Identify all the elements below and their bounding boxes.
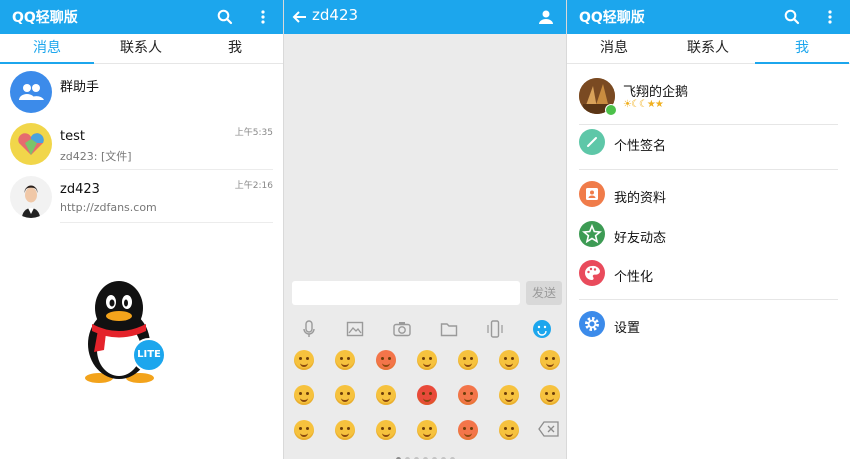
pen-icon: [579, 129, 605, 155]
tab-contacts[interactable]: 联系人: [94, 34, 188, 64]
top-bar: QQ轻聊版: [0, 0, 283, 34]
folder-icon[interactable]: [438, 318, 460, 340]
tab-messages[interactable]: 消息: [0, 34, 94, 64]
conversation-name: test: [60, 129, 85, 144]
divider: [60, 222, 273, 223]
emoji-item[interactable]: [417, 350, 437, 370]
emoji-item[interactable]: [376, 385, 396, 405]
mic-icon[interactable]: [298, 318, 320, 340]
top-bar: QQ轻聊版: [567, 0, 850, 34]
image-icon[interactable]: [344, 318, 366, 340]
conversation-zd423[interactable]: zd423 http://zdfans.com 上午2:16: [0, 171, 283, 223]
emoji-item[interactable]: [376, 350, 396, 370]
group-assistant-icon: [10, 71, 52, 113]
camera-icon[interactable]: [391, 318, 413, 340]
menu-signature[interactable]: 个性签名: [567, 128, 850, 158]
shake-icon[interactable]: [484, 318, 506, 340]
emoji-item[interactable]: [499, 420, 519, 440]
emoji-item[interactable]: [540, 385, 560, 405]
emoji-item[interactable]: [294, 350, 314, 370]
profile-name: 飞翔的企鹅: [623, 85, 689, 100]
avatar: [10, 123, 52, 165]
menu-personalize[interactable]: 个性化: [567, 259, 850, 289]
menu-label: 个性签名: [614, 139, 667, 154]
delete-key-icon[interactable]: [538, 421, 560, 437]
send-button[interactable]: 发送: [526, 281, 562, 305]
menu-label: 设置: [614, 321, 641, 336]
avatar: [10, 176, 52, 218]
conversation-test[interactable]: test zd423: [文件] 上午5:35: [0, 118, 283, 170]
emoji-item[interactable]: [417, 420, 437, 440]
emoji-item[interactable]: [499, 350, 519, 370]
id-card-icon: [579, 181, 605, 207]
divider: [579, 124, 838, 125]
conversation-time: 上午2:16: [234, 181, 273, 191]
lite-badge: LITE: [132, 338, 166, 372]
emoji-item[interactable]: [294, 420, 314, 440]
conversation-preview: zd423: [文件]: [60, 150, 132, 163]
more-icon[interactable]: [252, 6, 274, 28]
conversation-preview: http://zdfans.com: [60, 201, 157, 214]
palette-icon: [579, 260, 605, 286]
chat-title: zd423: [312, 6, 359, 24]
profile-row[interactable]: 飞翔的企鹅 ☀☾☾★★: [567, 76, 850, 120]
emoji-item[interactable]: [417, 385, 437, 405]
menu-label: 好友动态: [614, 231, 667, 246]
tab-me[interactable]: 我: [755, 34, 849, 64]
emoji-item[interactable]: [458, 350, 478, 370]
top-bar: zd423: [284, 0, 567, 34]
emoji-item[interactable]: [458, 420, 478, 440]
qq-lite-logo: LITE: [78, 278, 170, 386]
menu-settings[interactable]: 设置: [567, 310, 850, 340]
emoji-item[interactable]: [499, 385, 519, 405]
emoji-icon[interactable]: [531, 318, 553, 340]
app-title: QQ轻聊版: [579, 10, 645, 26]
search-icon[interactable]: [214, 6, 236, 28]
tab-messages[interactable]: 消息: [567, 34, 661, 64]
level-icons: ☀☾☾★★: [623, 99, 664, 110]
conversation-group-assistant[interactable]: 群助手: [0, 66, 283, 118]
menu-moments[interactable]: 好友动态: [567, 220, 850, 250]
conversation-name: 群助手: [60, 80, 100, 95]
emoji-item[interactable]: [335, 350, 355, 370]
emoji-item[interactable]: [335, 420, 355, 440]
conversation-time: 上午5:35: [234, 128, 273, 138]
gear-icon: [579, 311, 605, 337]
menu-label: 个性化: [614, 270, 654, 285]
emoji-item[interactable]: [335, 385, 355, 405]
menu-label: 我的资料: [614, 191, 667, 206]
chat-panel: zd423 发送: [284, 0, 567, 459]
app-title: QQ轻聊版: [12, 10, 78, 26]
star-icon: [579, 221, 605, 247]
divider: [579, 299, 838, 300]
tab-bar: 消息 联系人 我: [0, 34, 283, 64]
tab-contacts[interactable]: 联系人: [661, 34, 755, 64]
message-input[interactable]: [292, 281, 520, 305]
messages-panel: QQ轻聊版 消息 联系人 我 群助手 test zd423: [文件] 上午5:…: [0, 0, 283, 459]
divider: [579, 169, 838, 170]
back-arrow-icon[interactable]: [289, 6, 311, 28]
search-icon[interactable]: [781, 6, 803, 28]
emoji-item[interactable]: [540, 350, 560, 370]
more-icon[interactable]: [819, 6, 841, 28]
profile-icon[interactable]: [535, 6, 557, 28]
me-panel: QQ轻聊版 消息 联系人 我 飞翔的企鹅 ☀☾☾★★ 个性签名 我的资料 好友动…: [567, 0, 850, 459]
page-indicator: [284, 447, 567, 459]
menu-profile[interactable]: 我的资料: [567, 180, 850, 210]
divider: [60, 169, 273, 170]
input-toolbar: [284, 316, 567, 342]
verified-badge: [605, 104, 617, 116]
conversation-name: zd423: [60, 182, 100, 197]
tab-me[interactable]: 我: [188, 34, 282, 64]
emoji-item[interactable]: [376, 420, 396, 440]
emoji-item[interactable]: [294, 385, 314, 405]
tab-bar: 消息 联系人 我: [567, 34, 850, 64]
emoji-item[interactable]: [458, 385, 478, 405]
